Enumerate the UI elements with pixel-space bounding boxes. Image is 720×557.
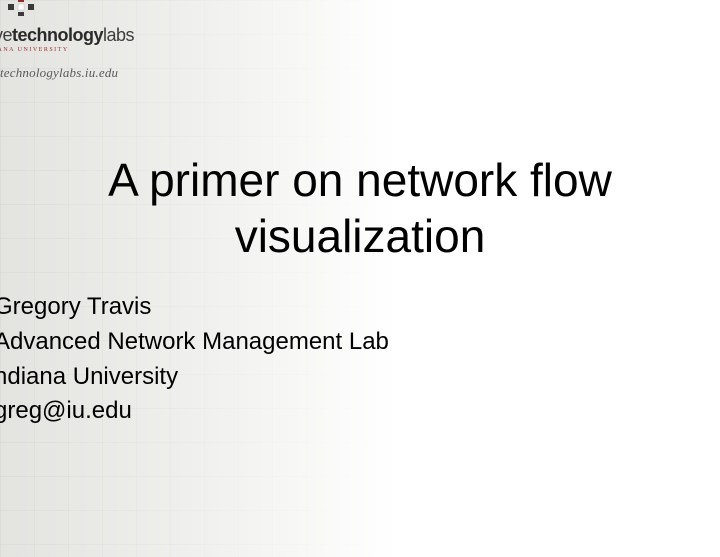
brand-url: etechnologylabs.iu.edu (0, 65, 254, 81)
author-affiliation: ndiana University (0, 360, 389, 395)
brand-name-prefix: ve (0, 25, 12, 45)
title-line-1: A primer on network flow (40, 152, 680, 208)
brand-subline: IANA UNIVERSITY (0, 47, 254, 53)
author-email: greg@iu.edu (0, 394, 389, 429)
brand-logo-icon (8, 0, 254, 21)
title-line-2: visualization (40, 208, 680, 264)
author-name: Gregory Travis (0, 290, 389, 325)
author-lab: Advanced Network Management Lab (0, 325, 389, 360)
brand-name: vetechnologylabs (0, 25, 254, 46)
brand-name-suffix: labs (103, 25, 134, 45)
slide: vetechnologylabs IANA UNIVERSITY etechno… (0, 0, 720, 557)
brand-name-bold: technology (12, 25, 103, 45)
brand-block: vetechnologylabs IANA UNIVERSITY etechno… (0, 0, 254, 81)
author-block: Gregory Travis Advanced Network Manageme… (0, 290, 389, 429)
slide-title: A primer on network flow visualization (0, 152, 720, 264)
